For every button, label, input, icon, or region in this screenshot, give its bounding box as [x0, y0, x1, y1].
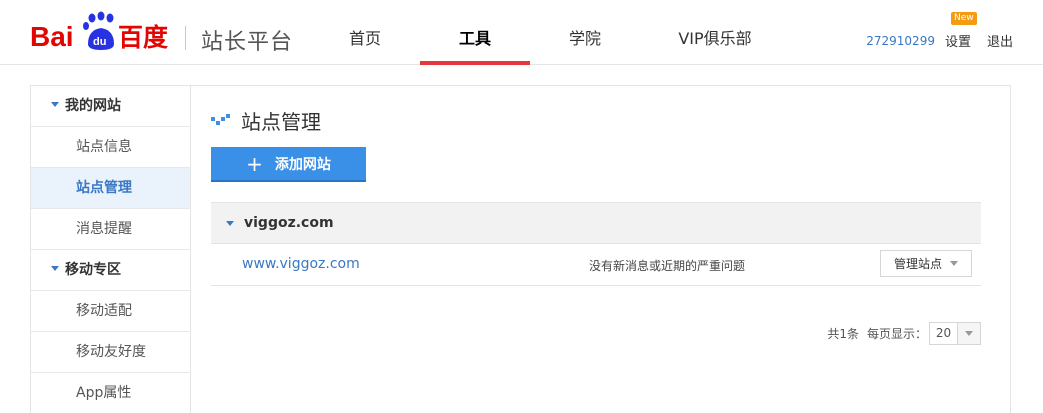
- nav-home[interactable]: 首页: [310, 0, 420, 65]
- nav-academy[interactable]: 学院: [530, 0, 640, 65]
- table-row: www.viggoz.com 没有新消息或近期的严重问题 管理站点: [211, 244, 981, 286]
- site-status-text: 没有新消息或近期的严重问题: [589, 259, 746, 273]
- plus-icon: +: [246, 151, 263, 176]
- pagination: 共1条 每页显示： 20: [827, 322, 981, 345]
- chevron-down-icon: [950, 261, 958, 266]
- settings-label: 设置: [944, 35, 971, 50]
- main-nav: 首页 工具 学院 VIP俱乐部: [310, 0, 790, 65]
- sidebar: 我的网站 站点信息 站点管理 消息提醒 移动专区 移动适配 移动友好度 App属…: [31, 86, 191, 413]
- svg-text:百度: 百度: [118, 23, 168, 52]
- checkmark-zigzag-icon: [211, 113, 230, 125]
- per-page-value: 20: [930, 323, 958, 344]
- platform-title: 站长平台: [201, 30, 294, 55]
- baidu-logo[interactable]: Bai du 百度: [30, 8, 170, 54]
- svg-text:Bai: Bai: [30, 21, 74, 52]
- manage-site-dropdown[interactable]: 管理站点: [880, 250, 972, 277]
- user-area: 272910299 New 设置 退出: [866, 12, 1013, 50]
- collapse-triangle-icon: [226, 220, 234, 226]
- nav-vip-club[interactable]: VIP俱乐部: [640, 0, 790, 65]
- site-url-link[interactable]: www.viggoz.com: [242, 256, 360, 272]
- sidebar-item-mobile-friendly[interactable]: 移动友好度: [31, 332, 190, 373]
- sidebar-item-site-info[interactable]: 站点信息: [31, 127, 190, 168]
- sidebar-group-label: 移动专区: [65, 262, 121, 278]
- logo-divider: [185, 26, 186, 50]
- dropdown-arrow: [958, 323, 980, 344]
- main-frame: 我的网站 站点信息 站点管理 消息提醒 移动专区 移动适配 移动友好度 App属…: [30, 85, 1011, 413]
- per-page-label: 每页显示：: [866, 327, 927, 341]
- settings-link[interactable]: New 设置: [944, 12, 977, 50]
- page-title: 站点管理: [241, 110, 321, 134]
- expand-triangle-icon: [51, 265, 59, 271]
- add-site-button[interactable]: + 添加网站: [211, 147, 366, 182]
- user-id-link[interactable]: 272910299: [866, 34, 935, 48]
- total-count: 共1条: [827, 327, 859, 341]
- per-page-select[interactable]: 20: [929, 322, 981, 345]
- svg-text:du: du: [93, 36, 106, 48]
- site-group-header[interactable]: viggoz.com: [211, 202, 981, 244]
- site-group-domain: viggoz.com: [244, 215, 334, 231]
- nav-tools[interactable]: 工具: [420, 0, 530, 65]
- expand-triangle-icon: [51, 101, 59, 107]
- sidebar-item-mobile-adapt[interactable]: 移动适配: [31, 291, 190, 332]
- manage-site-label: 管理站点: [893, 257, 942, 271]
- top-header: Bai du 百度 站长平台 首页 工具 学院 VIP俱乐部 272910299…: [0, 0, 1043, 65]
- sidebar-item-site-management[interactable]: 站点管理: [31, 168, 190, 209]
- sidebar-item-messages[interactable]: 消息提醒: [31, 209, 190, 250]
- page-heading: 站点管理: [211, 106, 321, 135]
- add-site-label: 添加网站: [274, 156, 331, 173]
- sidebar-group-mobile[interactable]: 移动专区: [31, 250, 190, 291]
- sidebar-group-label: 我的网站: [65, 98, 121, 114]
- chevron-down-icon: [965, 331, 973, 336]
- site-table: viggoz.com www.viggoz.com 没有新消息或近期的严重问题 …: [211, 202, 981, 286]
- sidebar-group-my-sites[interactable]: 我的网站: [31, 86, 190, 127]
- new-badge: New: [950, 12, 977, 25]
- sidebar-item-app-attributes[interactable]: App属性: [31, 373, 190, 413]
- logout-link[interactable]: 退出: [987, 31, 1013, 50]
